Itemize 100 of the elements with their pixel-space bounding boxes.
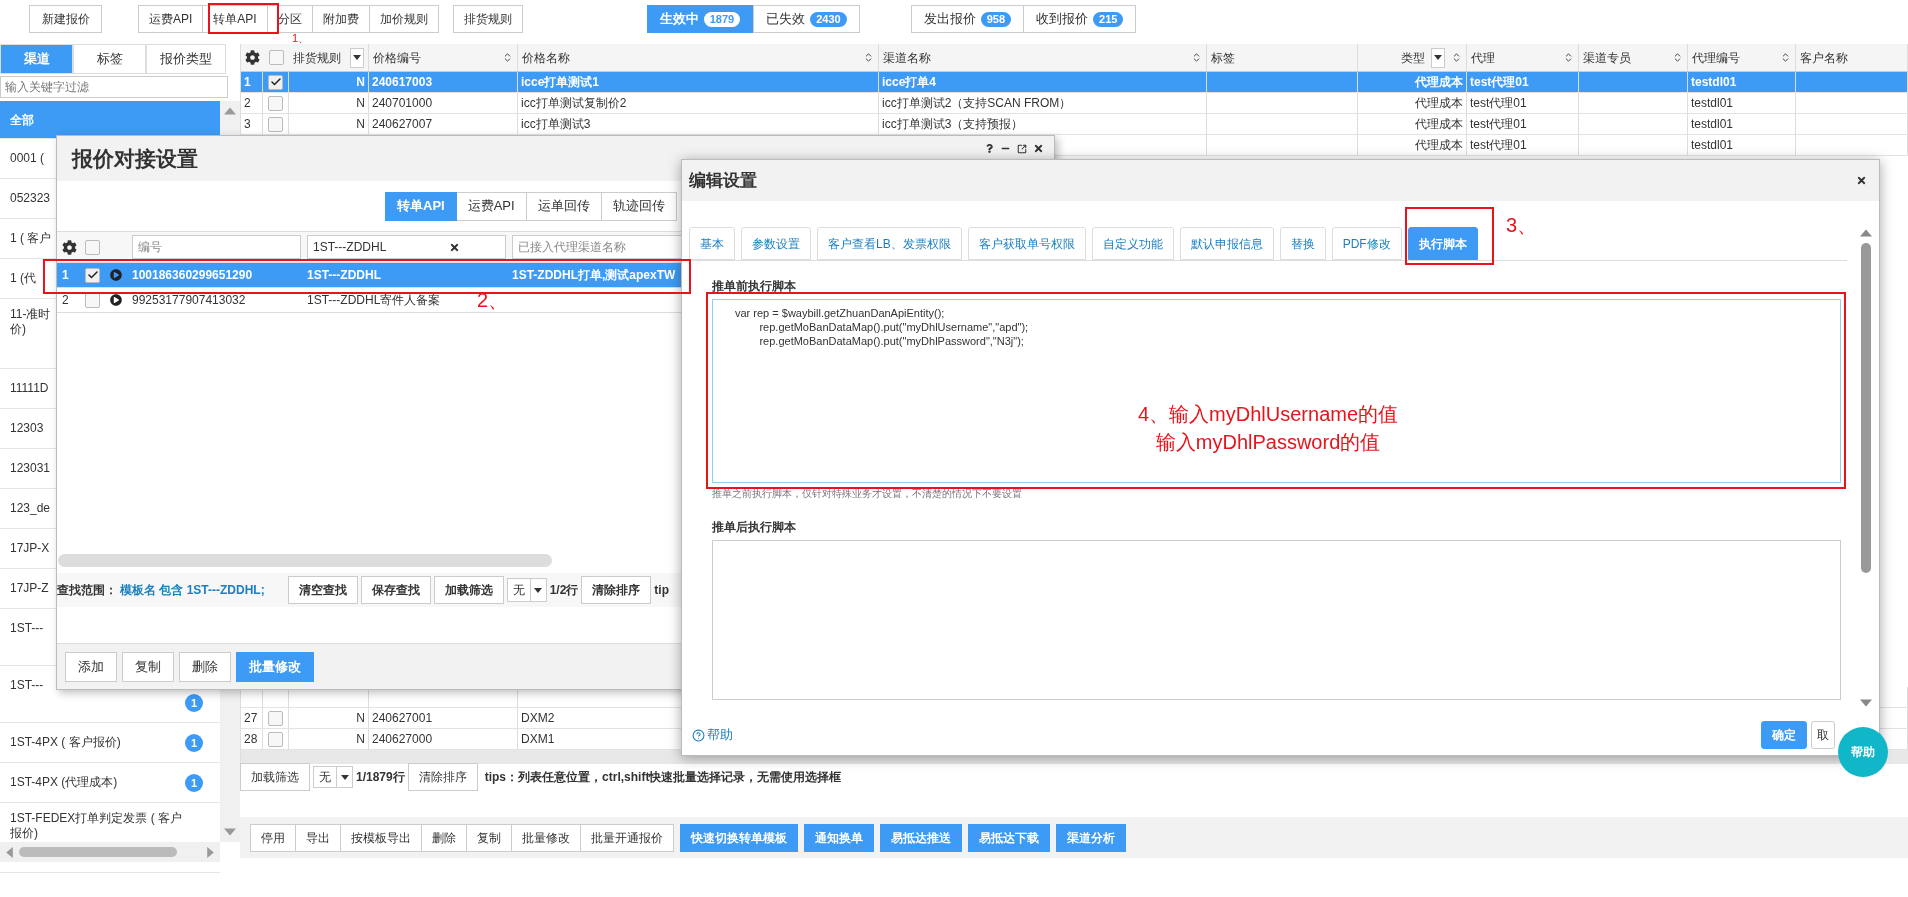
button[interactable]: 排货规则 xyxy=(452,5,523,33)
check-icon xyxy=(86,269,99,281)
close-icon[interactable] xyxy=(1856,175,1867,186)
item-label: 0001 ( xyxy=(10,151,45,166)
tab[interactable]: 运费API xyxy=(456,191,527,221)
left-arrow-icon xyxy=(6,846,13,858)
button[interactable]: 清除排序 xyxy=(581,576,652,604)
checkbox[interactable] xyxy=(85,239,100,255)
column-header[interactable]: 类型 xyxy=(1358,44,1467,71)
column-header[interactable]: 标签 xyxy=(1207,44,1358,71)
column-header[interactable]: 代理编号 xyxy=(1688,44,1796,71)
checkbox[interactable] xyxy=(268,116,283,132)
item-label: 1ST--- xyxy=(10,621,44,636)
tab[interactable]: 客户获取单号权限 xyxy=(967,227,1086,260)
checkbox[interactable] xyxy=(268,710,283,726)
button[interactable]: 批量修改 xyxy=(512,823,581,852)
button[interactable]: 清除排序 xyxy=(407,763,478,791)
select-field[interactable]: 无 xyxy=(313,766,353,788)
table-row[interactable]: 3 N 240627007 icc打单测试3 icc打单测试3（支持预报） 代理成本 test代理01 testdl01 xyxy=(241,114,1908,135)
count-badge: 958 xyxy=(980,11,1011,27)
table-cell: 代理成本 xyxy=(1415,96,1463,110)
button[interactable]: 复制 xyxy=(122,651,174,682)
status-tab[interactable]: 已失效 2430 xyxy=(753,5,860,33)
button[interactable]: 导出 xyxy=(296,823,341,852)
select-field[interactable]: 无 xyxy=(506,578,547,602)
column-header[interactable]: 渠道专员 xyxy=(1579,44,1688,71)
sort-icon[interactable] xyxy=(863,52,874,63)
tab[interactable]: PDF修改 xyxy=(1331,227,1402,260)
button[interactable]: 批量开通报价 xyxy=(581,823,674,852)
column-header[interactable]: 价格名称 xyxy=(518,44,879,71)
checkbox[interactable] xyxy=(268,74,283,90)
help-link[interactable]: 帮助 xyxy=(692,725,733,745)
caret-icon xyxy=(353,55,361,60)
filter-field[interactable]: 输入关键字过滤 xyxy=(0,76,228,98)
tab[interactable]: 自定义功能 xyxy=(1091,227,1174,260)
button[interactable]: 附加费 xyxy=(312,5,370,33)
caret-icon xyxy=(1434,55,1442,60)
checkbox[interactable] xyxy=(268,50,284,65)
sort-icon[interactable] xyxy=(1563,52,1574,63)
tab[interactable]: 基本 xyxy=(689,227,735,260)
sidebar-tab[interactable]: 标签 xyxy=(73,44,146,74)
button[interactable]: 分区 xyxy=(267,5,313,33)
tab[interactable]: 默认申报信息 xyxy=(1179,227,1274,260)
checkbox[interactable] xyxy=(268,731,283,747)
help-icon[interactable] xyxy=(985,144,994,153)
toggle-button[interactable]: 发出报价 958 xyxy=(910,5,1024,33)
scrollbar[interactable] xyxy=(0,842,220,862)
tips-text: tips：列表任意位置，ctrl,shift快速批量选择记录，无需使用选择框 xyxy=(484,769,842,786)
annotation-frame xyxy=(208,3,279,34)
table-cell: 99253177907413032 xyxy=(132,293,246,307)
button[interactable]: 复制 xyxy=(467,823,512,852)
column-header[interactable]: 价格编号 xyxy=(369,44,518,71)
button[interactable]: 按模板导出 xyxy=(341,823,422,852)
table-cell: test代理01 xyxy=(1470,138,1527,152)
tab[interactable]: 参数设置 xyxy=(741,227,811,260)
sort-icon[interactable] xyxy=(1451,52,1462,63)
filter-field[interactable]: 1ST---ZDDHL xyxy=(307,235,506,259)
button[interactable]: 删除 xyxy=(422,823,467,852)
settings-icon[interactable] xyxy=(244,50,260,65)
checkbox[interactable] xyxy=(85,267,100,283)
sort-icon[interactable] xyxy=(1780,52,1791,63)
sort-icon[interactable] xyxy=(1672,52,1683,63)
count-badge: 1879 xyxy=(703,11,741,27)
item-label: 11-准时 价) xyxy=(10,307,51,337)
tab[interactable]: 轨迹回传 xyxy=(601,191,677,221)
scrollbar[interactable] xyxy=(58,554,552,567)
sort-icon[interactable] xyxy=(502,52,513,63)
button[interactable]: 转单API xyxy=(203,5,268,33)
settings-icon[interactable] xyxy=(62,239,77,255)
clear-icon[interactable] xyxy=(449,241,460,253)
button[interactable]: 添加 xyxy=(65,651,117,682)
popout-icon[interactable] xyxy=(1017,143,1027,154)
sidebar-tab[interactable]: 报价类型 xyxy=(146,44,226,74)
button[interactable]: 保存查找 xyxy=(360,576,431,604)
column-header[interactable]: 排货规则 xyxy=(289,44,369,71)
tab[interactable]: 替换 xyxy=(1279,227,1326,260)
button[interactable]: 新建报价 xyxy=(29,5,102,33)
button[interactable]: 加载筛选 xyxy=(240,763,310,791)
table-row[interactable]: 2 N 240701000 icc打单测试复制价2 icc打单测试2（支持SCAN FROM） 代理成本 test代理01 testdl01 xyxy=(241,93,1908,114)
tab[interactable]: 客户查看LB、发票权限 xyxy=(817,227,962,260)
button[interactable]: 运费API xyxy=(138,5,204,33)
table-cell: 240627000 xyxy=(372,732,433,746)
play-icon[interactable] xyxy=(110,294,122,306)
button[interactable]: 删除 xyxy=(179,651,231,682)
button[interactable]: 清空查找 xyxy=(287,576,358,604)
button[interactable]: 停用 xyxy=(250,823,296,852)
toggle-button[interactable]: 收到报价 215 xyxy=(1024,5,1137,33)
count-badge: 1 xyxy=(185,694,203,712)
column-header[interactable]: 客户名称 xyxy=(1796,44,1908,71)
checkbox[interactable] xyxy=(268,95,283,111)
column-header[interactable]: 代理 xyxy=(1467,44,1579,71)
button[interactable]: 取 xyxy=(1811,721,1835,749)
sort-icon[interactable] xyxy=(1191,52,1202,63)
filter-field[interactable]: 编号 xyxy=(132,235,301,259)
close-icon[interactable] xyxy=(1033,143,1044,154)
hint-text: 推单之前执行脚本，仅针对特殊业务才设置，不清楚的情况下不要设置 xyxy=(712,487,1023,501)
tab[interactable]: 运单回传 xyxy=(526,191,602,221)
button[interactable]: 加载筛选 xyxy=(433,576,504,604)
column-header[interactable]: 渠道名称 xyxy=(879,44,1207,71)
button[interactable]: 加价规则 xyxy=(369,5,439,33)
